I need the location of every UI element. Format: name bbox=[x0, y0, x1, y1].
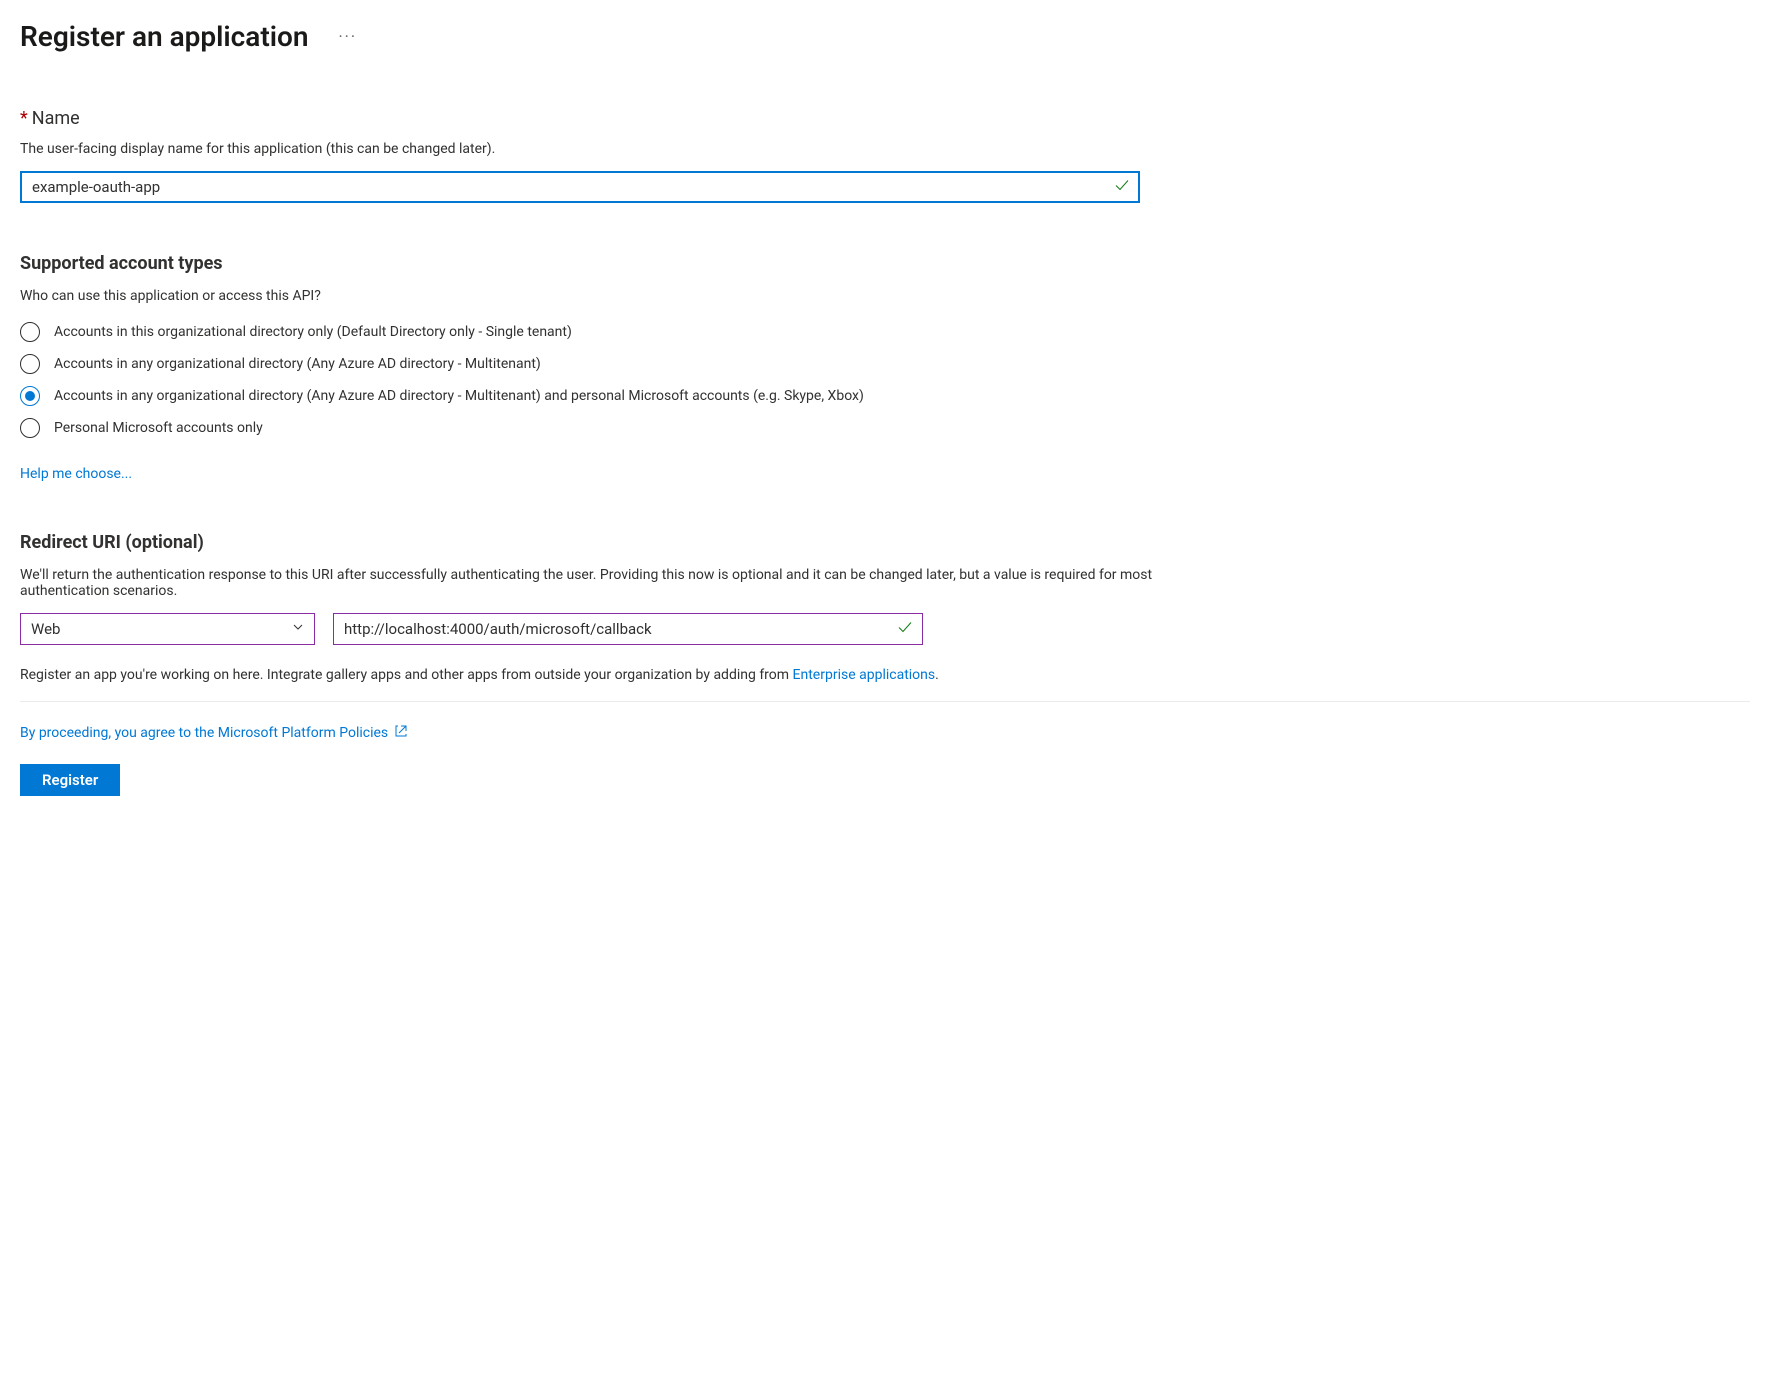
radio-label: Accounts in this organizational director… bbox=[54, 324, 572, 340]
radio-label: Accounts in any organizational directory… bbox=[54, 356, 541, 372]
page-title: Register an application bbox=[20, 20, 309, 53]
redirect-uri-description: We'll return the authentication response… bbox=[20, 567, 1160, 599]
radio-option-multitenant[interactable]: Accounts in any organizational directory… bbox=[20, 354, 1750, 374]
redirect-uri-section: Redirect URI (optional) We'll return the… bbox=[20, 532, 1750, 683]
more-actions-icon[interactable]: ··· bbox=[339, 27, 358, 46]
account-types-question: Who can use this application or access t… bbox=[20, 288, 1750, 304]
platform-select[interactable]: Web bbox=[20, 613, 315, 645]
radio-option-single-tenant[interactable]: Accounts in this organizational director… bbox=[20, 322, 1750, 342]
name-field-group: * Name The user-facing display name for … bbox=[20, 108, 1750, 203]
account-types-radio-group: Accounts in this organizational director… bbox=[20, 322, 1750, 438]
footer-note-text: Register an app you're working on here. … bbox=[20, 667, 793, 683]
chevron-down-icon bbox=[292, 621, 304, 637]
divider bbox=[20, 701, 1750, 702]
redirect-uri-input[interactable] bbox=[333, 613, 923, 645]
account-types-heading: Supported account types bbox=[20, 253, 1750, 274]
register-button[interactable]: Register bbox=[20, 764, 120, 796]
radio-option-personal-only[interactable]: Personal Microsoft accounts only bbox=[20, 418, 1750, 438]
external-link-icon bbox=[394, 724, 408, 742]
redirect-uri-heading: Redirect URI (optional) bbox=[20, 532, 1750, 553]
footer-note-period: . bbox=[935, 667, 939, 683]
enterprise-applications-link[interactable]: Enterprise applications bbox=[793, 667, 936, 683]
radio-icon bbox=[20, 354, 40, 374]
platform-policies-link[interactable]: By proceeding, you agree to the Microsof… bbox=[20, 725, 388, 741]
name-description: The user-facing display name for this ap… bbox=[20, 141, 1750, 157]
radio-icon bbox=[20, 418, 40, 438]
radio-label: Personal Microsoft accounts only bbox=[54, 420, 263, 436]
account-types-section: Supported account types Who can use this… bbox=[20, 253, 1750, 482]
required-asterisk-icon: * bbox=[20, 108, 28, 129]
name-input[interactable] bbox=[20, 171, 1140, 203]
radio-icon bbox=[20, 322, 40, 342]
radio-option-multitenant-personal[interactable]: Accounts in any organizational directory… bbox=[20, 386, 1750, 406]
help-me-choose-link[interactable]: Help me choose... bbox=[20, 466, 132, 482]
name-label: Name bbox=[32, 108, 80, 129]
platform-select-value: Web bbox=[31, 620, 60, 638]
footer-note: Register an app you're working on here. … bbox=[20, 667, 1750, 683]
radio-label: Accounts in any organizational directory… bbox=[54, 388, 864, 404]
radio-icon bbox=[20, 386, 40, 406]
